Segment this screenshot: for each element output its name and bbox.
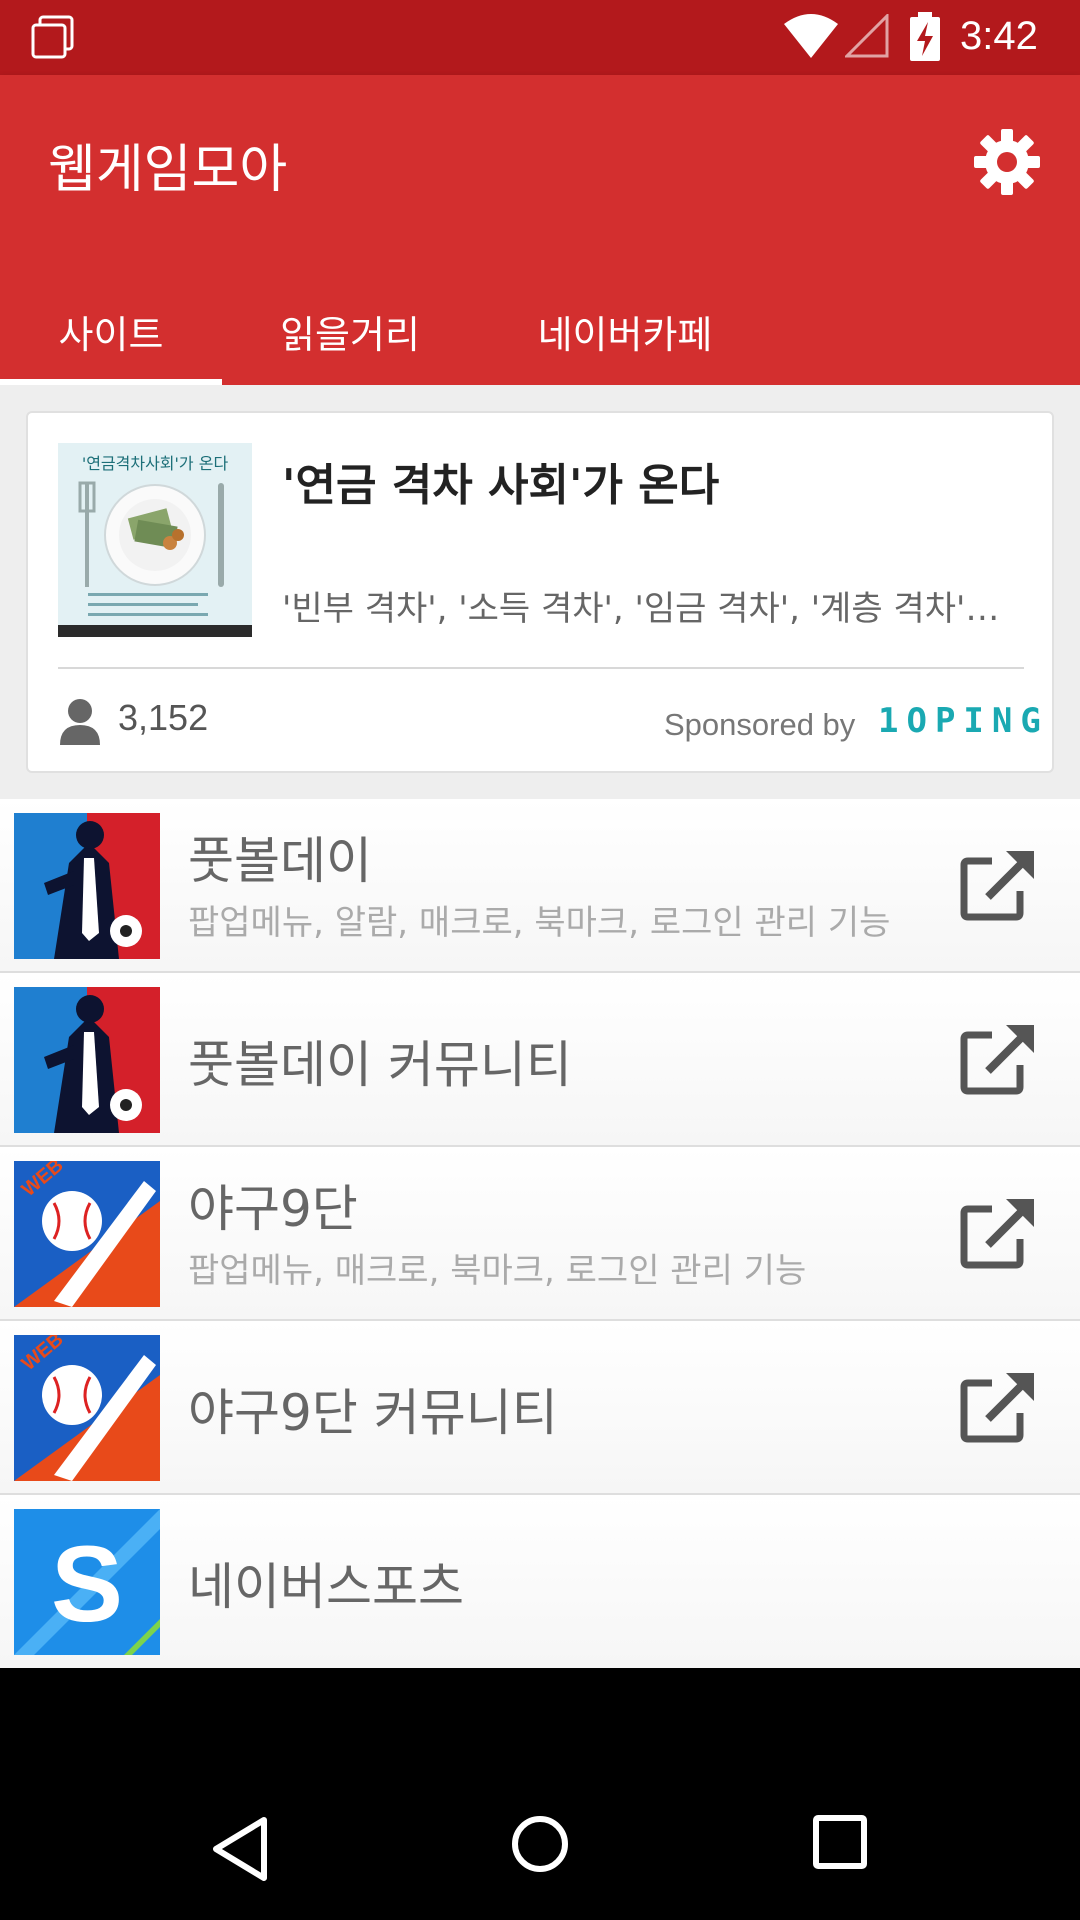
card-divider (58, 667, 1024, 669)
tab-sites[interactable]: 사이트 (0, 285, 222, 385)
site-description: 팝업메뉴, 알람, 매크로, 북마크, 로그인 관리 기능 (188, 903, 891, 943)
site-name: 풋볼데이 (188, 832, 372, 890)
person-icon (60, 699, 100, 745)
external-link-icon[interactable] (958, 847, 1038, 923)
site-name: 야구9단 (188, 1180, 358, 1238)
app-bar: 웹게임모아 사이트 읽을거리 네이버카페 (0, 75, 1080, 385)
sponsored-article-card[interactable]: '연금격차사회'가 온다 '연금 격차 사회'가 온다 '빈부 격차', '소득… (26, 411, 1054, 773)
wifi-icon (784, 14, 838, 58)
external-link-icon[interactable] (958, 1369, 1038, 1445)
signal-icon (845, 14, 889, 58)
external-link-icon[interactable] (958, 1195, 1038, 1271)
clock: 3:42 (960, 14, 1038, 58)
pension-plate-illustration: '연금격차사회'가 온다 (58, 443, 252, 637)
list-item[interactable]: WEB 야구9단 팝업메뉴, 매크로, 북마크, 로그인 관리 기능 (0, 1147, 1080, 1321)
football-day-icon (14, 813, 160, 959)
site-description: 팝업메뉴, 매크로, 북마크, 로그인 관리 기능 (188, 1251, 807, 1291)
article-description: '빈부 격차', '소득 격차', '임금 격차', '계층 격차'는… (282, 589, 1028, 629)
sponsor-logo: 1OPING (878, 701, 1049, 741)
recent-apps-icon (31, 15, 74, 59)
view-count: 3,152 (118, 697, 209, 738)
list-item[interactable]: 풋볼데이 커뮤니티 (0, 973, 1080, 1147)
list-item[interactable]: 풋볼데이 팝업메뉴, 알람, 매크로, 북마크, 로그인 관리 기능 (0, 799, 1080, 973)
recents-icon[interactable] (812, 1814, 868, 1870)
gear-icon[interactable] (972, 127, 1042, 197)
article-title: '연금 격차 사회'가 온다 (282, 460, 720, 511)
home-icon[interactable] (510, 1814, 570, 1874)
battery-charging-icon (910, 12, 940, 61)
site-name: 네이버스포츠 (188, 1558, 464, 1616)
tab-naver-cafe[interactable]: 네이버카페 (480, 285, 770, 385)
content-area: '연금격차사회'가 온다 '연금 격차 사회'가 온다 '빈부 격차', '소득… (0, 385, 1080, 1668)
back-icon[interactable] (208, 1814, 272, 1884)
site-name: 야구9단 커뮤니티 (188, 1384, 558, 1442)
navigation-bar (0, 1776, 1080, 1920)
empty-area (0, 1668, 1080, 1776)
baseball-9dan-icon: WEB (14, 1335, 160, 1481)
svg-text:'연금격차사회'가 온다: '연금격차사회'가 온다 (82, 454, 229, 473)
tab-bar: 사이트 읽을거리 네이버카페 (0, 285, 1080, 385)
site-name: 풋볼데이 커뮤니티 (188, 1036, 572, 1094)
sponsored-by-label: Sponsored by (664, 707, 856, 742)
naver-sports-icon: S (14, 1509, 160, 1655)
external-link-icon[interactable] (958, 1021, 1038, 1097)
football-day-icon (14, 987, 160, 1133)
article-thumbnail: '연금격차사회'가 온다 (58, 443, 252, 637)
app-title: 웹게임모아 (48, 140, 288, 200)
status-bar: 3:42 (0, 0, 1080, 75)
baseball-9dan-icon: WEB (14, 1161, 160, 1307)
list-item[interactable]: S 네이버스포츠 (0, 1495, 1080, 1668)
tab-reading[interactable]: 읽을거리 (232, 285, 468, 385)
svg-text:S: S (51, 1523, 123, 1644)
list-item[interactable]: WEB 야구9단 커뮤니티 (0, 1321, 1080, 1495)
